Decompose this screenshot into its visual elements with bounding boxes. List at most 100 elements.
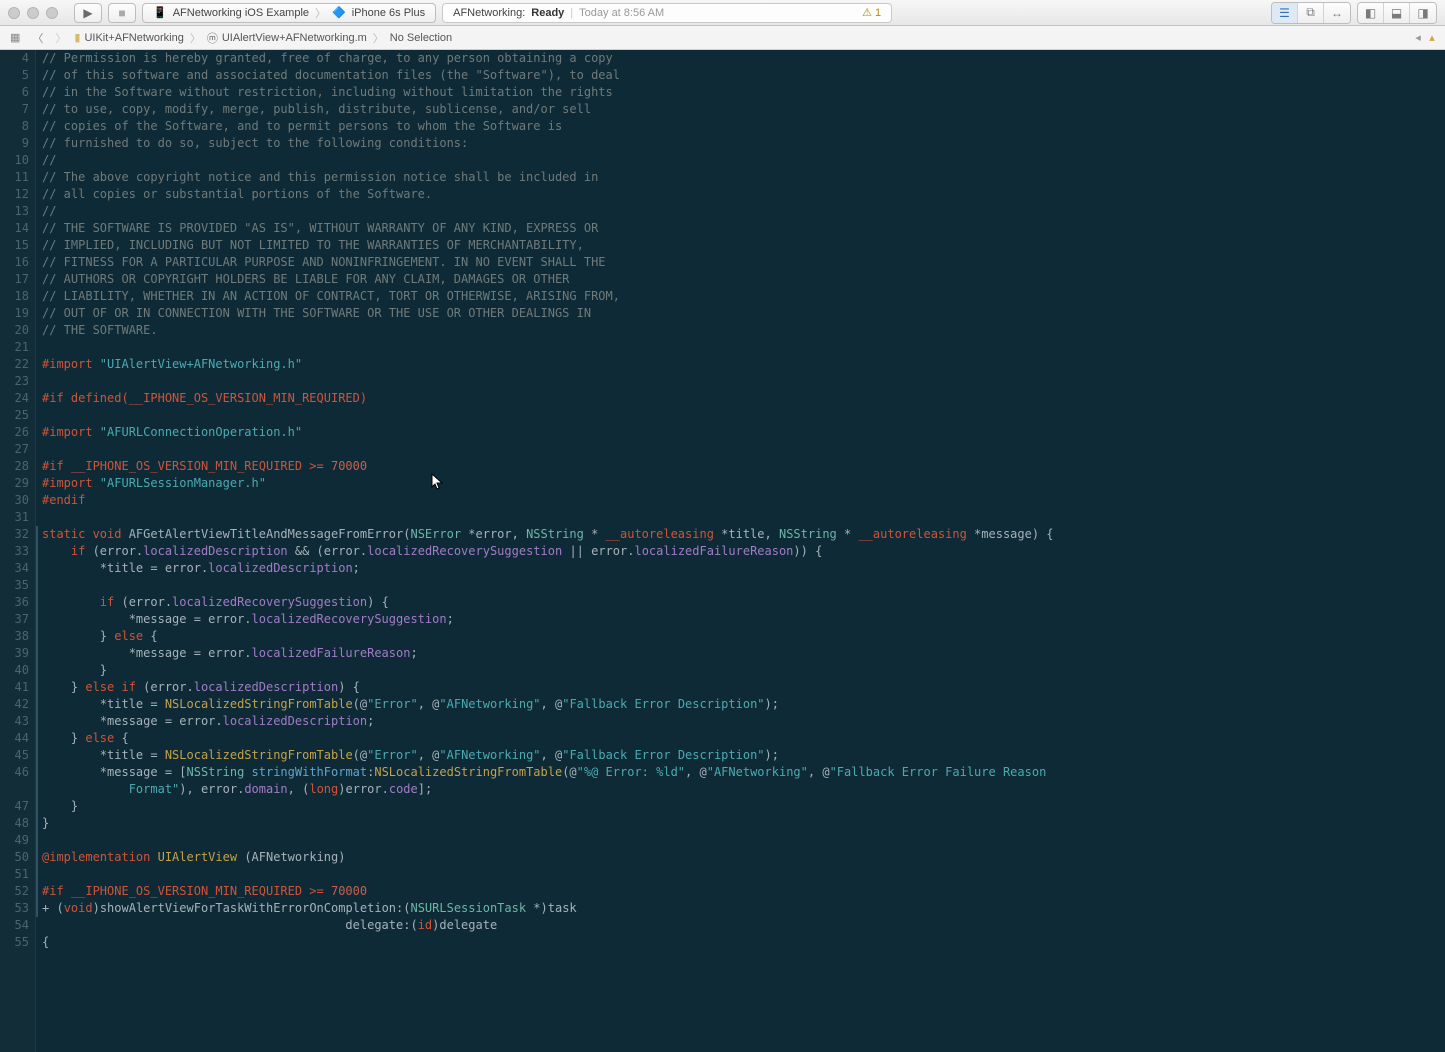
line-number[interactable]: 20: [0, 322, 29, 339]
line-number[interactable]: 18: [0, 288, 29, 305]
code-line[interactable]: // AUTHORS OR COPYRIGHT HOLDERS BE LIABL…: [42, 271, 1445, 288]
line-number[interactable]: 49: [0, 832, 29, 849]
code-line[interactable]: [42, 373, 1445, 390]
code-line[interactable]: *message = error.localizedFailureReason;: [42, 645, 1445, 662]
close-dot[interactable]: [8, 7, 20, 19]
code-line[interactable]: *title = NSLocalizedStringFromTable(@"Er…: [42, 747, 1445, 764]
minimize-dot[interactable]: [27, 7, 39, 19]
line-number[interactable]: 23: [0, 373, 29, 390]
line-number[interactable]: 22: [0, 356, 29, 373]
line-number[interactable]: 28: [0, 458, 29, 475]
code-area[interactable]: // Permission is hereby granted, free of…: [36, 50, 1445, 1052]
code-line[interactable]: #if __IPHONE_OS_VERSION_MIN_REQUIRED >= …: [42, 883, 1445, 900]
code-line[interactable]: [42, 407, 1445, 424]
line-number[interactable]: 39: [0, 645, 29, 662]
code-line[interactable]: *message = [NSString stringWithFormat:NS…: [42, 764, 1445, 781]
line-number[interactable]: 38: [0, 628, 29, 645]
code-line[interactable]: [42, 339, 1445, 356]
code-line[interactable]: [42, 577, 1445, 594]
code-line[interactable]: + (void)showAlertViewForTaskWithErrorOnC…: [42, 900, 1445, 917]
line-number[interactable]: 35: [0, 577, 29, 594]
line-number[interactable]: 45: [0, 747, 29, 764]
code-line[interactable]: #import "UIAlertView+AFNetworking.h": [42, 356, 1445, 373]
line-number[interactable]: [0, 781, 29, 798]
code-line[interactable]: if (error.localizedDescription && (error…: [42, 543, 1445, 560]
code-line[interactable]: // furnished to do so, subject to the fo…: [42, 135, 1445, 152]
code-line[interactable]: *message = error.localizedRecoverySugges…: [42, 611, 1445, 628]
toggle-navigator-button[interactable]: ◧: [1358, 3, 1384, 23]
line-number[interactable]: 25: [0, 407, 29, 424]
line-number[interactable]: 42: [0, 696, 29, 713]
line-number[interactable]: 53: [0, 900, 29, 917]
jump-item-symbol[interactable]: No Selection: [390, 32, 452, 44]
jump-prev-counterpart[interactable]: ◂: [1411, 31, 1425, 45]
code-line[interactable]: } else {: [42, 628, 1445, 645]
line-number[interactable]: 27: [0, 441, 29, 458]
code-line[interactable]: // OUT OF OR IN CONNECTION WITH THE SOFT…: [42, 305, 1445, 322]
line-number[interactable]: 14: [0, 220, 29, 237]
code-line[interactable]: *title = NSLocalizedStringFromTable(@"Er…: [42, 696, 1445, 713]
line-number[interactable]: 10: [0, 152, 29, 169]
back-button[interactable]: 〈: [28, 28, 47, 48]
line-number[interactable]: 50: [0, 849, 29, 866]
code-line[interactable]: // all copies or substantial portions of…: [42, 186, 1445, 203]
line-number[interactable]: 30: [0, 492, 29, 509]
code-line[interactable]: [42, 832, 1445, 849]
code-line[interactable]: #import "AFURLSessionManager.h": [42, 475, 1445, 492]
line-number[interactable]: 12: [0, 186, 29, 203]
line-number[interactable]: 8: [0, 118, 29, 135]
line-number[interactable]: 54: [0, 917, 29, 934]
version-editor-button[interactable]: ↔: [1324, 3, 1350, 23]
code-line[interactable]: #if defined(__IPHONE_OS_VERSION_MIN_REQU…: [42, 390, 1445, 407]
line-number[interactable]: 55: [0, 934, 29, 951]
line-number[interactable]: 32: [0, 526, 29, 543]
code-line[interactable]: #import "AFURLConnectionOperation.h": [42, 424, 1445, 441]
code-line[interactable]: if (error.localizedRecoverySuggestion) {: [42, 594, 1445, 611]
source-editor[interactable]: 4567891011121314151617181920212223242526…: [0, 50, 1445, 1052]
code-line[interactable]: [42, 509, 1445, 526]
code-line[interactable]: }: [42, 815, 1445, 832]
line-number[interactable]: 29: [0, 475, 29, 492]
code-line[interactable]: // The above copyright notice and this p…: [42, 169, 1445, 186]
run-button[interactable]: ▶: [74, 3, 102, 23]
code-line[interactable]: // of this software and associated docum…: [42, 67, 1445, 84]
line-number[interactable]: 41: [0, 679, 29, 696]
code-line[interactable]: } else {: [42, 730, 1445, 747]
related-items-button[interactable]: ▦: [6, 29, 24, 46]
line-number[interactable]: 21: [0, 339, 29, 356]
line-number[interactable]: 5: [0, 67, 29, 84]
jump-item-group[interactable]: UIKit+AFNetworking: [84, 32, 183, 44]
code-line[interactable]: @implementation UIAlertView (AFNetworkin…: [42, 849, 1445, 866]
code-line[interactable]: }: [42, 798, 1445, 815]
zoom-dot[interactable]: [46, 7, 58, 19]
line-number[interactable]: 43: [0, 713, 29, 730]
line-number[interactable]: 47: [0, 798, 29, 815]
code-line[interactable]: static void AFGetAlertViewTitleAndMessag…: [42, 526, 1445, 543]
line-number[interactable]: 13: [0, 203, 29, 220]
code-line[interactable]: #endif: [42, 492, 1445, 509]
toggle-utilities-button[interactable]: ◨: [1410, 3, 1436, 23]
code-line[interactable]: // to use, copy, modify, merge, publish,…: [42, 101, 1445, 118]
code-line[interactable]: // THE SOFTWARE.: [42, 322, 1445, 339]
code-line[interactable]: #if __IPHONE_OS_VERSION_MIN_REQUIRED >= …: [42, 458, 1445, 475]
jump-item-file[interactable]: UIAlertView+AFNetworking.m: [222, 32, 367, 44]
line-number[interactable]: 11: [0, 169, 29, 186]
scheme-selector[interactable]: 📱 AFNetworking iOS Example 〉 🔷 iPhone 6s…: [142, 3, 436, 23]
line-number[interactable]: 9: [0, 135, 29, 152]
jump-next-counterpart[interactable]: ▴: [1425, 31, 1439, 45]
code-line[interactable]: [42, 866, 1445, 883]
line-number[interactable]: 46: [0, 764, 29, 781]
line-number[interactable]: 15: [0, 237, 29, 254]
code-line[interactable]: // IMPLIED, INCLUDING BUT NOT LIMITED TO…: [42, 237, 1445, 254]
code-line[interactable]: // THE SOFTWARE IS PROVIDED "AS IS", WIT…: [42, 220, 1445, 237]
code-line[interactable]: delegate:(id)delegate: [42, 917, 1445, 934]
line-number[interactable]: 4: [0, 50, 29, 67]
line-number[interactable]: 16: [0, 254, 29, 271]
line-number[interactable]: 44: [0, 730, 29, 747]
code-line[interactable]: *message = error.localizedDescription;: [42, 713, 1445, 730]
standard-editor-button[interactable]: ☰: [1272, 3, 1298, 23]
line-gutter[interactable]: 4567891011121314151617181920212223242526…: [0, 50, 36, 1052]
line-number[interactable]: 52: [0, 883, 29, 900]
toggle-debug-button[interactable]: ⬓: [1384, 3, 1410, 23]
line-number[interactable]: 37: [0, 611, 29, 628]
